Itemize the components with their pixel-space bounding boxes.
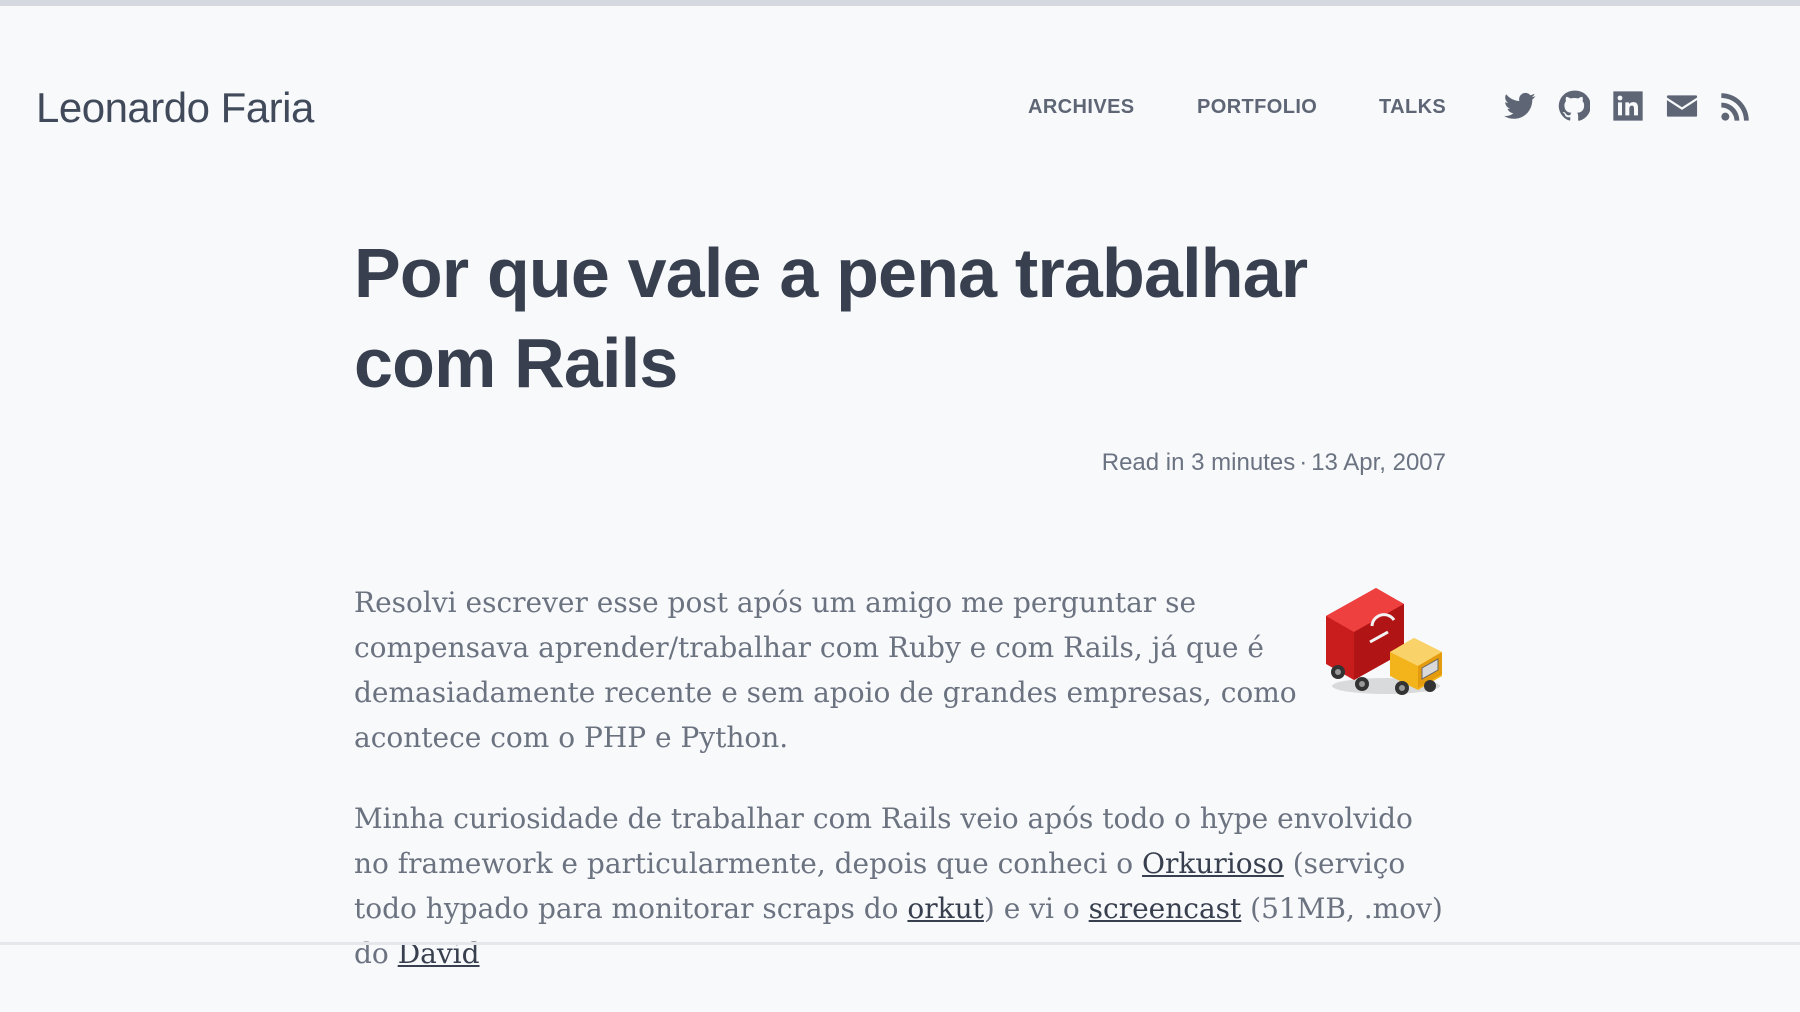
site-title[interactable]: Leonardo Faria [36,80,314,136]
read-time: Read in 3 minutes [1101,449,1296,476]
nav-archives[interactable]: ARCHIVES [1028,92,1135,122]
post-body: Resolvi escrever esse post após um amigo… [354,580,1446,1012]
github-icon[interactable] [1558,90,1590,122]
paragraph-text: ) e vi o [983,892,1089,925]
top-border [0,0,1800,6]
nav-talks[interactable]: TALKS [1379,92,1446,122]
post-date: 13 Apr, 2007 [1311,449,1446,476]
link-orkut[interactable]: orkut [907,892,984,925]
link-orkurioso[interactable]: Orkurioso [1142,847,1284,880]
twitter-icon[interactable] [1504,90,1536,122]
rss-icon[interactable] [1720,90,1752,122]
email-icon[interactable] [1666,90,1698,122]
paragraph-intro: Resolvi escrever esse post após um amigo… [354,586,1297,754]
truck-icon [1326,588,1442,695]
meta-separator: · [1299,449,1308,476]
nav-portfolio[interactable]: PORTFOLIO [1197,92,1317,122]
paragraph-curiosity: Minha curiosidade de trabalhar com Rails… [354,796,1446,976]
link-screencast[interactable]: screencast [1089,892,1242,925]
linkedin-icon[interactable] [1612,90,1644,122]
post-title: Por que vale a pena trabalhar com Rails [354,234,1308,402]
post-meta: Read in 3 minutes · 13 Apr, 2007 [1000,448,1446,478]
